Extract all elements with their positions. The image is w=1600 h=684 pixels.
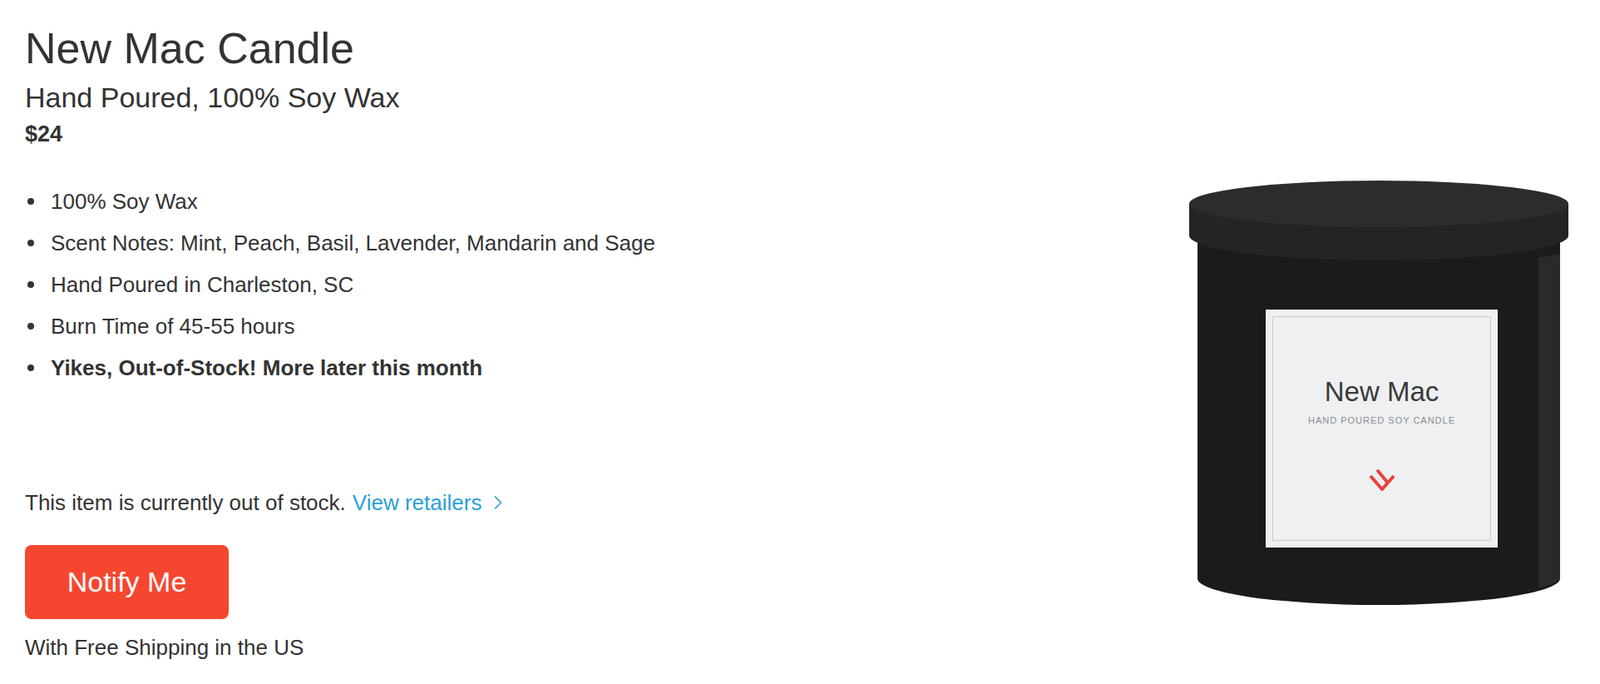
feature-item: Yikes, Out-of-Stock! More later this mon… xyxy=(24,346,656,389)
shipping-note: With Free Shipping in the US xyxy=(24,632,656,662)
notify-me-button[interactable]: Notify Me xyxy=(24,544,229,619)
product-page: New Mac Candle Hand Poured, 100% Soy Wax $… xyxy=(0,0,1600,684)
bullet-dot xyxy=(27,364,35,371)
bullet-dot xyxy=(27,281,35,288)
feature-item: Scent Notes: Mint, Peach, Basil, Lavende… xyxy=(24,222,656,264)
bullet-dot xyxy=(27,239,35,247)
label-subtitle: HAND POURED SOY CANDLE xyxy=(1308,413,1456,428)
product-title: New Mac Candle xyxy=(24,23,656,74)
feature-item: Hand Poured in Charleston, SC xyxy=(24,263,656,306)
feature-item: Burn Time of 45-55 hours xyxy=(24,305,656,347)
product-price: $24 xyxy=(24,120,656,148)
chevron-right-icon xyxy=(486,490,510,514)
feature-item: 100% Soy Wax xyxy=(24,180,656,223)
label-title: New Mac xyxy=(1324,375,1440,409)
feature-list: 100% Soy WaxScent Notes: Mint, Peach, Ba… xyxy=(24,180,656,389)
candle-label: New Mac HAND POURED SOY CANDLE xyxy=(1265,309,1498,548)
bullet-dot xyxy=(27,322,35,330)
stock-message: This item is currently out of stock.View… xyxy=(24,488,656,517)
bullet-dot xyxy=(27,197,35,205)
product-subtitle: Hand Poured, 100% Soy Wax xyxy=(24,80,656,114)
product-info: New Mac Candle Hand Poured, 100% Soy Wax $… xyxy=(0,0,656,684)
product-image: New Mac HAND POURED SOY CANDLE xyxy=(1189,0,1600,684)
brand-logo-icon xyxy=(1367,467,1397,493)
view-retailers-link[interactable]: View retailers xyxy=(352,488,511,517)
